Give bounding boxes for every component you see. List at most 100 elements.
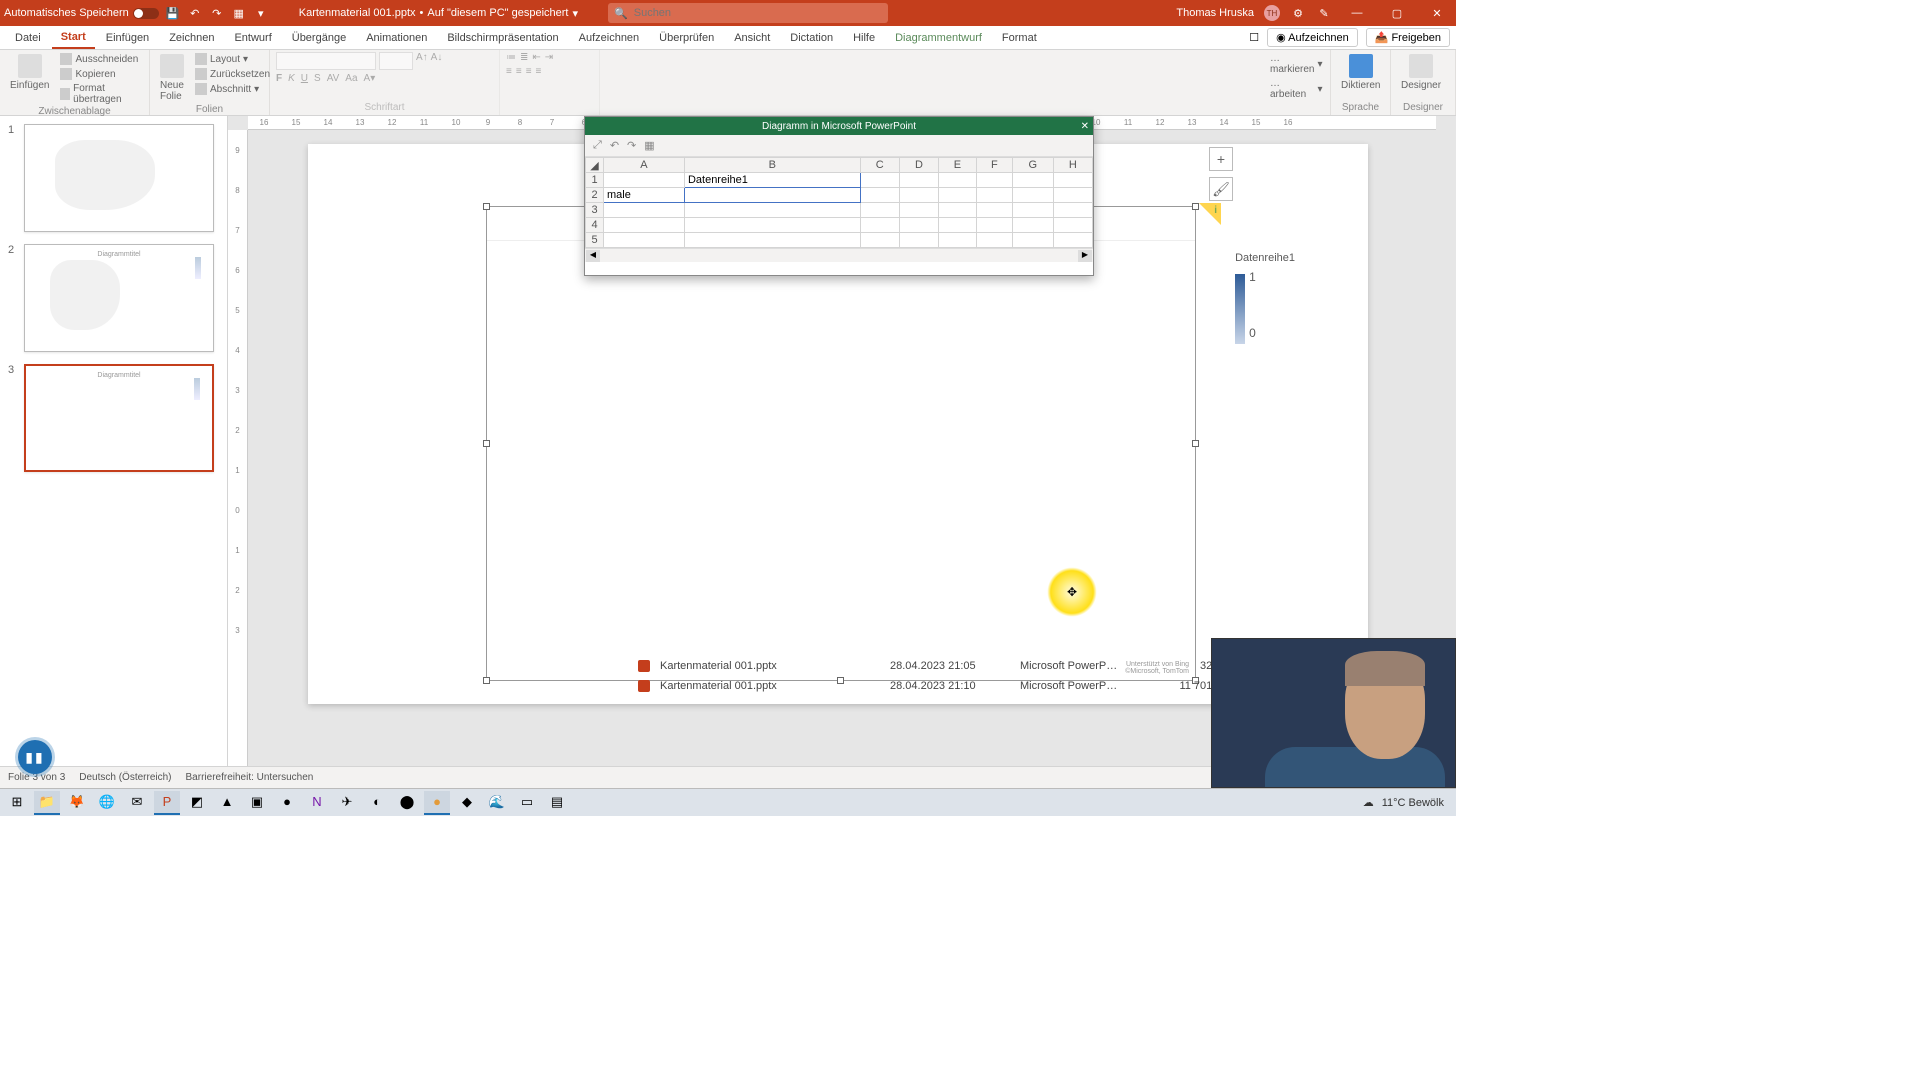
datasheet-close-icon[interactable]: ✕ [1081,121,1089,132]
cell[interactable] [1012,173,1053,188]
grow-font-icon[interactable]: A↑ [416,52,428,70]
datasheet-expand-icon[interactable]: ⤢ [593,139,602,152]
onenote-icon[interactable]: N [304,791,330,815]
resize-handle[interactable] [1192,203,1199,210]
cell[interactable] [939,218,977,233]
resize-handle[interactable] [1192,440,1199,447]
tab-review[interactable]: Überprüfen [650,28,723,48]
user-avatar-icon[interactable]: TH [1264,5,1280,21]
cell[interactable] [976,188,1012,203]
edit-menu[interactable]: …arbeiten ▾ [1267,77,1326,101]
cell[interactable] [1053,233,1092,248]
bullets-icon[interactable]: ≔ [506,52,516,63]
chart-object[interactable]: Diagrammtitel + 🖌 Datenreihe1 1 0 [486,206,1196,681]
format-painter-button[interactable]: Format übertragen [57,82,143,106]
maximize-button[interactable]: ▢ [1382,1,1412,25]
tab-transitions[interactable]: Übergänge [283,28,355,48]
tab-insert[interactable]: Einfügen [97,28,158,48]
numbering-icon[interactable]: ≣ [520,52,528,63]
strike-button[interactable]: S [314,73,321,84]
section-button[interactable]: Abschnitt ▾ [192,82,273,96]
cell[interactable] [684,233,860,248]
col-header[interactable]: D [899,158,938,173]
app-icon[interactable]: ▭ [514,791,540,815]
minimize-button[interactable]: — [1342,1,1372,25]
share-button[interactable]: 📤 Freigeben [1366,28,1450,47]
copy-button[interactable]: Kopieren [57,67,143,81]
cell[interactable] [976,203,1012,218]
pen-icon[interactable]: ✎ [1316,5,1332,21]
cell[interactable] [939,173,977,188]
row-header[interactable]: 1 [586,173,604,188]
col-header[interactable]: C [860,158,899,173]
obs-icon[interactable]: ⬤ [394,791,420,815]
tab-record[interactable]: Aufzeichnen [570,28,649,48]
recording-app-icon[interactable]: ● [424,791,450,815]
underline-button[interactable]: U [301,73,308,84]
reset-button[interactable]: Zurücksetzen [192,67,273,81]
cell[interactable] [1053,203,1092,218]
powerpoint-icon[interactable]: P [154,791,180,815]
tab-slideshow[interactable]: Bildschirmpräsentation [438,28,567,48]
bold-button[interactable]: F [276,73,282,84]
align-center-icon[interactable]: ≡ [516,66,522,77]
resize-handle[interactable] [483,677,490,684]
align-left-icon[interactable]: ≡ [506,66,512,77]
tab-draw[interactable]: Zeichnen [160,28,223,48]
cell[interactable] [1053,173,1092,188]
slide-thumb-3[interactable]: 3 Diagrammtitel [8,364,219,472]
telegram-icon[interactable]: ✈ [334,791,360,815]
slide-thumbnails-panel[interactable]: 1 2 Diagrammtitel 3 Diagrammtitel [0,116,228,766]
accessibility-checker[interactable]: Barrierefreiheit: Untersuchen [186,772,314,783]
slide-thumb-2[interactable]: 2 Diagrammtitel [8,244,219,352]
weather-icon[interactable]: ☁ [1363,796,1374,809]
slide-thumb-1[interactable]: 1 [8,124,219,232]
chrome-icon[interactable]: 🌐 [94,791,120,815]
tab-view[interactable]: Ansicht [725,28,779,48]
chart-styles-button[interactable]: 🖌 [1209,177,1233,201]
chart-data-sheet[interactable]: Diagramm in Microsoft PowerPoint ✕ ⤢ ↶ ↷… [584,116,1094,276]
tab-start[interactable]: Start [52,27,95,49]
cell[interactable] [860,173,899,188]
font-color-icon[interactable]: A▾ [364,73,376,84]
cell[interactable] [899,233,938,248]
datasheet-grid[interactable]: ◢ A B C D E F G H 1 Datenreihe1 [585,157,1093,248]
explorer-icon[interactable]: 📁 [34,791,60,815]
cell[interactable] [604,203,685,218]
cell[interactable] [684,218,860,233]
cell[interactable] [684,203,860,218]
record-button[interactable]: ◉ Aufzeichnen [1267,28,1358,47]
tab-help[interactable]: Hilfe [844,28,884,48]
case-button[interactable]: Aa [345,73,357,84]
chart-warning-icon[interactable] [1199,203,1221,225]
cell[interactable] [1012,188,1053,203]
resize-handle[interactable] [483,440,490,447]
scroll-left-icon[interactable]: ◀ [586,250,600,262]
cell[interactable] [604,233,685,248]
app-icon[interactable]: ▤ [544,791,570,815]
vlc-icon[interactable]: ▲ [214,791,240,815]
dictate-button[interactable]: Diktieren [1337,52,1384,93]
cell[interactable] [899,173,938,188]
qa-more-icon[interactable]: ▾ [253,5,269,21]
indent-dec-icon[interactable]: ⇤ [532,52,540,63]
coming-soon-icon[interactable]: ⚙ [1290,5,1306,21]
datasheet-titlebar[interactable]: Diagramm in Microsoft PowerPoint ✕ [585,117,1093,135]
system-tray[interactable]: ☁ 11°C Bewölk [1363,796,1452,809]
cell[interactable] [1012,203,1053,218]
tab-animations[interactable]: Animationen [357,28,436,48]
cell[interactable] [1012,233,1053,248]
autosave-switch-icon[interactable] [133,8,159,19]
col-header[interactable]: G [1012,158,1053,173]
select-menu[interactable]: …markieren ▾ [1267,52,1326,76]
cell[interactable] [976,218,1012,233]
datasheet-hscroll[interactable]: ◀ ▶ [585,248,1093,262]
autosave-toggle[interactable]: Automatisches Speichern [4,7,159,19]
cell[interactable] [899,203,938,218]
col-header[interactable]: B [684,158,860,173]
cell[interactable] [684,188,860,203]
tab-chart-design[interactable]: Diagrammentwurf [886,28,991,48]
shrink-font-icon[interactable]: A↓ [431,52,443,70]
font-size-combo[interactable] [379,52,413,70]
italic-button[interactable]: K [288,73,295,84]
